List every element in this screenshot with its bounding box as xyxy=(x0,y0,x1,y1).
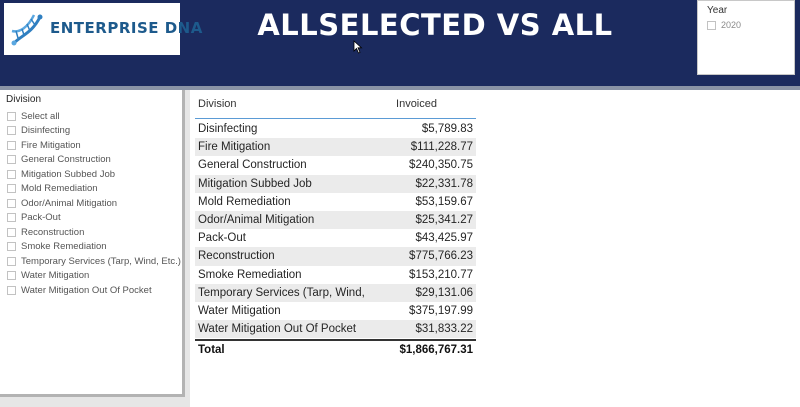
cell-invoiced: $375,197.99 xyxy=(409,304,473,317)
cell-division: Mold Remediation xyxy=(198,195,291,208)
slicer-item-label: Temporary Services (Tarp, Wind, Etc.) xyxy=(21,255,181,267)
slicer-item-select-all[interactable]: Select all xyxy=(7,109,181,124)
cell-division: Odor/Animal Mitigation xyxy=(198,214,315,227)
dna-helix-icon xyxy=(11,14,43,46)
slicer-item-odor-animal-mitigation[interactable]: Odor/Animal Mitigation xyxy=(7,196,181,211)
page-title: ALLSELECTED VS ALL xyxy=(257,8,613,42)
table-row[interactable]: General Construction $240,350.75 xyxy=(195,156,476,174)
cell-division: Reconstruction xyxy=(198,250,275,263)
slicer-item-label: Smoke Remediation xyxy=(21,241,107,253)
slicer-item-mitigation-subbed-job[interactable]: Mitigation Subbed Job xyxy=(7,167,181,182)
checkbox[interactable] xyxy=(7,155,16,165)
cell-invoiced: $25,341.27 xyxy=(415,214,473,227)
table-row[interactable]: Odor/Animal Mitigation $25,341.27 xyxy=(195,210,476,230)
cell-invoiced: $775,766.23 xyxy=(409,250,473,263)
checkbox[interactable] xyxy=(7,242,16,252)
slicer-item-smoke-remediation[interactable]: Smoke Remediation xyxy=(7,240,181,255)
slicer-item-fire-mitigation[interactable]: Fire Mitigation xyxy=(7,138,181,153)
checkbox[interactable] xyxy=(7,140,16,150)
table-row[interactable]: Mitigation Subbed Job $22,331.78 xyxy=(195,174,476,193)
slicer-item-label: General Construction xyxy=(21,154,111,166)
table-row[interactable]: Water Mitigation Out Of Pocket $31,833.22 xyxy=(195,320,476,339)
table-row[interactable]: Reconstruction $775,766.23 xyxy=(195,247,476,266)
column-header-invoiced[interactable]: Invoiced xyxy=(366,98,476,110)
checkbox[interactable] xyxy=(7,271,16,281)
cell-division: Water Mitigation Out Of Pocket xyxy=(198,323,357,336)
slicer-item-temporary-services[interactable]: Temporary Services (Tarp, Wind, Etc.) xyxy=(7,254,181,269)
division-slicer-title: Division xyxy=(6,94,42,105)
cell-invoiced: $53,159.67 xyxy=(415,195,473,208)
checkbox[interactable] xyxy=(7,285,16,295)
checkbox[interactable] xyxy=(7,126,16,136)
report-header: ENTERPRISE DNA ALLSELECTED VS ALL Year 2… xyxy=(0,0,800,86)
table-header-row: Division Invoiced xyxy=(195,90,476,119)
checkbox[interactable] xyxy=(7,213,16,223)
slicer-item-label: Pack-Out xyxy=(21,212,61,224)
table-row[interactable]: Mold Remediation $53,159.67 xyxy=(195,193,476,211)
cell-division: Mitigation Subbed Job xyxy=(198,177,312,190)
slicer-item-general-construction[interactable]: General Construction xyxy=(7,153,181,168)
checkbox[interactable] xyxy=(7,184,16,194)
slicer-item-pack-out[interactable]: Pack-Out xyxy=(7,211,181,226)
slicer-item-label: Water Mitigation Out Of Pocket xyxy=(21,284,152,296)
division-slicer: Division Select all Disinfecting Fire Mi… xyxy=(0,90,185,397)
slicer-item-label: Mold Remediation xyxy=(21,183,98,195)
table-row[interactable]: Temporary Services (Tarp, Wind, Etc.) $29… xyxy=(195,283,476,302)
slicer-item-label: Select all xyxy=(21,110,60,122)
cell-invoiced: $240,350.75 xyxy=(409,159,473,172)
slicer-item-mold-remediation[interactable]: Mold Remediation xyxy=(7,182,181,197)
cell-invoiced: $31,833.22 xyxy=(415,323,473,336)
checkbox[interactable] xyxy=(7,169,16,179)
cell-division: Pack-Out xyxy=(198,232,246,245)
table-row[interactable]: Pack-Out $43,425.97 xyxy=(195,229,476,247)
checkbox[interactable] xyxy=(7,198,16,208)
slicer-item-label: Reconstruction xyxy=(21,226,85,238)
table-row[interactable]: Water Mitigation $375,197.99 xyxy=(195,302,476,320)
table-row[interactable]: Smoke Remediation $153,210.77 xyxy=(195,266,476,284)
column-header-division[interactable]: Division xyxy=(195,98,366,110)
cell-division: Disinfecting xyxy=(198,123,258,136)
slicer-item-label: Odor/Animal Mitigation xyxy=(21,197,118,209)
logo-text: ENTERPRISE DNA xyxy=(50,19,203,37)
cell-division: Water Mitigation xyxy=(198,304,281,317)
year-slicer-item-2020[interactable]: 2020 xyxy=(707,20,741,30)
slicer-item-water-mitigation[interactable]: Water Mitigation xyxy=(7,269,181,284)
slicer-item-label: Disinfecting xyxy=(21,125,71,137)
table-body: Disinfecting $5,789.83 Fire Mitigation $11… xyxy=(195,119,476,339)
checkbox[interactable] xyxy=(7,111,16,121)
division-slicer-list: Select all Disinfecting Fire Mitigation … xyxy=(7,109,181,298)
cell-invoiced: $29,131.06 xyxy=(415,286,473,299)
cell-division: Temporary Services (Tarp, Wind, Etc.) xyxy=(198,286,366,299)
cell-invoiced: $153,210.77 xyxy=(409,268,473,281)
slicer-item-label: Fire Mitigation xyxy=(21,139,81,151)
table-row[interactable]: Disinfecting $5,789.83 xyxy=(195,120,476,138)
cell-invoiced: $5,789.83 xyxy=(421,123,473,136)
year-slicer-item-label: 2020 xyxy=(721,20,742,30)
slicer-item-disinfecting[interactable]: Disinfecting xyxy=(7,124,181,139)
slicer-item-reconstruction[interactable]: Reconstruction xyxy=(7,225,181,240)
year-checkbox[interactable] xyxy=(707,20,716,30)
cell-division: General Construction xyxy=(198,159,307,172)
cell-invoiced: $111,228.77 xyxy=(410,141,473,154)
cell-division: Smoke Remediation xyxy=(198,268,302,281)
checkbox[interactable] xyxy=(7,227,16,237)
cell-invoiced: $22,331.78 xyxy=(415,177,473,190)
invoiced-table: Division Invoiced Disinfecting $5,789.83 … xyxy=(195,90,476,358)
year-slicer: Year 2020 xyxy=(697,0,795,75)
slicer-item-water-mitigation-out-of-pocket[interactable]: Water Mitigation Out Of Pocket xyxy=(7,283,181,298)
mouse-pointer-icon xyxy=(353,40,363,54)
total-label: Total xyxy=(198,343,225,356)
cell-invoiced: $43,425.97 xyxy=(415,232,473,245)
checkbox[interactable] xyxy=(7,256,16,266)
total-value: $1,866,767.31 xyxy=(399,343,473,356)
cell-division: Fire Mitigation xyxy=(198,141,271,154)
report-canvas: Division Invoiced Disinfecting $5,789.83 … xyxy=(190,90,800,407)
enterprise-dna-logo: ENTERPRISE DNA xyxy=(4,3,202,55)
slicer-item-label: Mitigation Subbed Job xyxy=(21,168,116,180)
table-row[interactable]: Fire Mitigation $111,228.77 xyxy=(195,138,476,157)
table-total-row: Total $1,866,767.31 xyxy=(195,339,476,358)
slicer-item-label: Water Mitigation xyxy=(21,270,90,282)
year-slicer-title: Year xyxy=(707,5,728,16)
